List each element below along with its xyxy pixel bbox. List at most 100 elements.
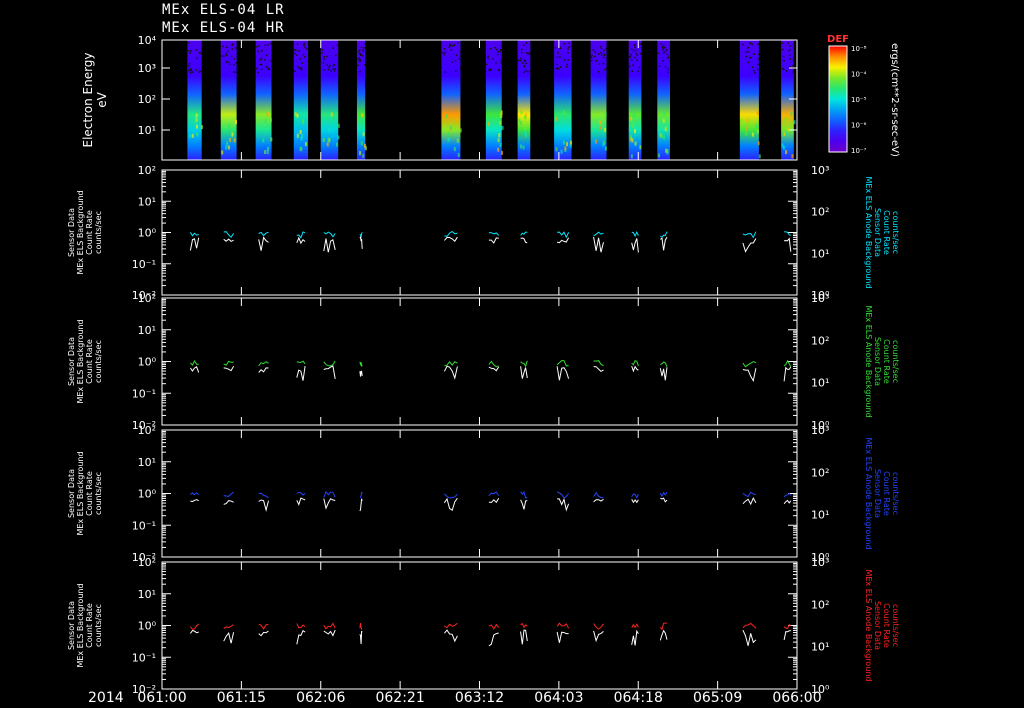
series-line	[323, 622, 336, 630]
spectrogram-speckle	[523, 71, 525, 74]
series-line	[783, 366, 792, 382]
series-line	[631, 629, 639, 646]
spectrogram-streak	[500, 113, 503, 118]
series-line	[258, 492, 269, 499]
spectrogram-speckle	[603, 54, 606, 57]
series-line	[323, 629, 336, 637]
series-line	[258, 231, 269, 237]
spectrogram-speckle	[258, 45, 260, 47]
spectrogram-speckle	[757, 43, 760, 45]
series-line	[359, 361, 363, 367]
panel-ytick-label-left: 10⁰	[138, 356, 157, 369]
spectrogram-speckle	[554, 46, 557, 49]
spectrogram-speckle	[454, 70, 457, 72]
spectrogram-speckle	[293, 49, 296, 51]
series-line	[296, 629, 306, 645]
series-line	[556, 366, 570, 381]
spectrogram-streak	[359, 151, 362, 156]
spectrogram-speckle	[600, 52, 602, 54]
spectrogram-streak	[447, 132, 450, 137]
spectrogram-streak	[520, 144, 523, 149]
spectrogram-streak	[269, 118, 272, 123]
panel-ytick-label-left: 10²	[138, 424, 156, 437]
spectrogram-speckle	[600, 54, 603, 56]
series-line	[323, 360, 336, 367]
spectrogram-speckle	[451, 61, 453, 63]
spectrogram-speckle	[260, 64, 263, 66]
spectrogram-streak	[453, 147, 456, 152]
spectrogram-streak	[639, 145, 642, 150]
spectrogram-speckle	[298, 67, 301, 70]
spectrogram-streak	[304, 142, 307, 147]
colorbar-unit: ergs/(cm**2-sr-sec-eV)	[889, 43, 900, 157]
spectrogram-speckle	[568, 46, 570, 48]
spectrogram-streak	[300, 136, 303, 141]
spectrogram-speckle	[298, 50, 300, 52]
panel-ylabel-right: Sensor Data	[873, 601, 882, 650]
series-line	[223, 491, 234, 497]
spectrogram-speckle	[225, 54, 228, 57]
spectrogram-speckle	[492, 58, 494, 60]
spectrogram-streak	[229, 138, 232, 143]
spectrogram-speckle	[265, 54, 268, 57]
spectrogram-speckle	[789, 58, 791, 60]
spectrogram-speckle	[358, 57, 361, 59]
spectrogram-streak	[756, 129, 759, 134]
spectrogram-speckle	[200, 69, 203, 72]
spectrogram-speckle	[337, 54, 340, 56]
spectrogram-streak	[449, 125, 452, 130]
series-line	[593, 236, 604, 253]
spectrogram-speckle	[570, 46, 573, 48]
time-axis-tick-label: 061:15	[217, 690, 266, 706]
spectrogram-streak	[663, 111, 666, 116]
panel-ylabel-right: Sensor Data	[873, 469, 882, 518]
panel-frame	[161, 429, 798, 558]
spectrogram-speckle	[559, 56, 561, 58]
spectrogram-streak	[596, 128, 599, 133]
spectrogram-streak	[264, 150, 267, 155]
series-line	[742, 231, 757, 239]
spectrogram-streak	[751, 132, 754, 137]
spectrogram-speckle	[362, 48, 365, 51]
spectrogram-speckle	[556, 56, 559, 58]
spectrogram-streak	[299, 146, 302, 151]
spectrogram-streak	[782, 145, 785, 150]
spectrogram-speckle	[359, 70, 361, 73]
spectrogram-speckle	[495, 62, 497, 64]
series-line	[223, 238, 234, 243]
spectrogram-streak	[786, 127, 789, 132]
series-line	[631, 623, 639, 629]
spectrogram-streak	[664, 127, 667, 132]
spectrogram-speckle	[297, 65, 299, 68]
series-line	[359, 498, 363, 512]
spectrogram-speckle	[359, 60, 362, 62]
series-line	[359, 491, 363, 499]
spectrogram-speckle	[195, 49, 198, 51]
spectrogram-ylabel: Electron Energy	[81, 52, 95, 147]
panel-ytick-label-left: 10²	[138, 164, 156, 177]
spectrogram-speckle	[455, 54, 458, 57]
panel-ylabel-left: counts/sec	[94, 211, 103, 254]
series-line	[258, 623, 269, 630]
series-line	[783, 499, 792, 505]
series-line	[593, 360, 604, 367]
spectrogram-speckle	[600, 47, 603, 50]
spectrogram-speckle	[782, 67, 784, 70]
series-line	[520, 237, 528, 244]
series-line	[323, 238, 336, 253]
spectrogram-streak	[459, 128, 462, 133]
spectrogram-speckle	[494, 47, 496, 49]
spectrogram-speckle	[525, 62, 527, 65]
series-line	[593, 630, 604, 643]
spectrogram-speckle	[595, 60, 598, 62]
panel-ytick-label-left: 10¹	[138, 588, 156, 601]
spectrogram-speckle	[630, 53, 632, 56]
spectrogram-speckle	[200, 52, 202, 55]
spectrogram-speckle	[567, 59, 570, 61]
panel-frame	[161, 297, 798, 426]
spectrogram-streak	[225, 145, 228, 150]
series-line	[190, 492, 200, 496]
panel-ytick-label-right: 10²	[811, 598, 829, 611]
time-axis-tick-label: 064:18	[614, 690, 663, 706]
spectrogram-speckle	[296, 43, 299, 46]
